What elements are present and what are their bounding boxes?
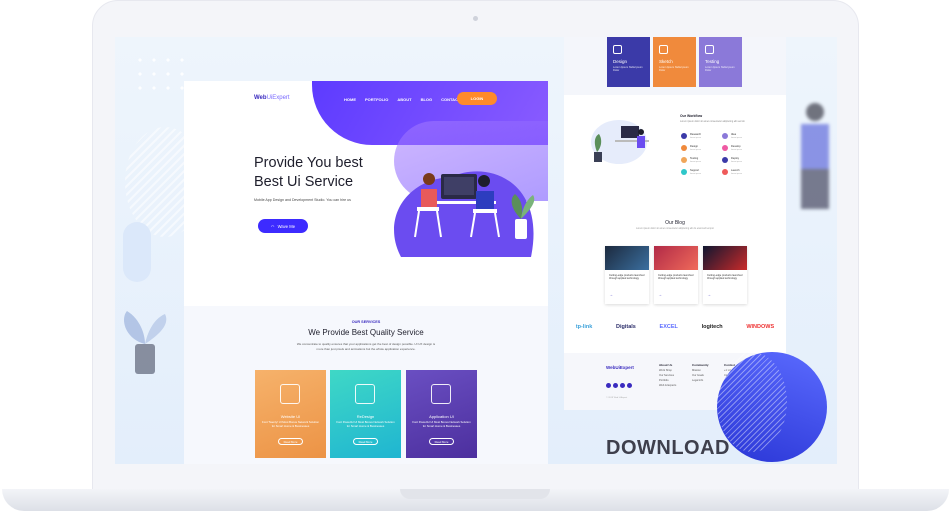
pen-icon (613, 45, 622, 54)
blog-card[interactable]: Cutting-edge products launched through a… (703, 246, 747, 304)
social-icons (606, 383, 632, 388)
sketch-icon (659, 45, 668, 54)
nav-portfolio[interactable]: PORTFOLIO (365, 97, 388, 102)
services-section: OUR SERVICES We Provide Best Quality Ser… (184, 306, 548, 464)
workflow-item: Idea lorem ipsum (722, 133, 762, 142)
services-title: We Provide Best Quality Service (308, 328, 424, 337)
read-more-button[interactable]: Read More (429, 438, 454, 445)
workflow-item: Develop lorem ipsum (722, 145, 762, 154)
wave-me-button[interactable]: ◠ Wave Me (258, 219, 308, 233)
instagram-icon[interactable] (620, 383, 625, 388)
footer-col-about: About Us Work Shop Our Services Portfoli… (659, 363, 677, 387)
decor-circle (717, 352, 827, 462)
brand-logos: tp-link Digitals EXCEL logitech WINDOWS (564, 319, 786, 335)
landing-page: WebUiExpert HOME PORTFOLIO ABOUT BLOG CO… (184, 81, 548, 464)
hand-icon: ◠ (270, 223, 275, 229)
footer-col-community: Community Mission Our Goals Legal info (692, 363, 709, 382)
footer-copyright: © 2019 Web UiExpert (606, 397, 628, 399)
download-heading: DOWNLOAD (606, 437, 730, 459)
brand-logo: EXCEL (659, 324, 678, 330)
arrow-right-icon[interactable]: → (707, 292, 711, 297)
blog-description: Lorem ipsum dolor sit amet consectetur a… (636, 227, 714, 230)
blog-image (654, 246, 698, 270)
service-card-website: Website UI Font Twenty! UI Most Bonus Ne… (255, 370, 326, 458)
read-more-button[interactable]: Read More (278, 438, 303, 445)
brand-logo: logitech (701, 324, 723, 330)
services-tag: OUR SERVICES (351, 320, 381, 324)
monitor-icon (280, 384, 300, 404)
camera-icon (473, 16, 478, 21)
read-more-button[interactable]: Read More (353, 438, 378, 445)
hero-subtitle: Mobile App Design and Development Studio… (254, 198, 351, 202)
workflow-illustration (591, 120, 649, 164)
blog-card[interactable]: Cutting-edge products launched through a… (605, 246, 649, 304)
services-description: We concentrate to quality ensures that y… (296, 342, 436, 351)
workflow-description: Lorem ipsum dolor sit amet consectetur a… (680, 120, 745, 123)
workflow-item: Support lorem ipsum (681, 169, 721, 178)
person-illustration (801, 103, 829, 209)
decor-blob (123, 222, 151, 282)
login-button[interactable]: LOGIN (457, 92, 497, 105)
workflow-item: Research lorem ipsum (681, 133, 721, 142)
arrow-right-icon[interactable]: → (609, 292, 613, 297)
tile-sketch[interactable]: Sketch Lorem Ipsum Nulla Ipsum Dolor (653, 37, 696, 87)
brand-logo: Digitals (616, 324, 636, 330)
blog-title: Our Blog (665, 220, 685, 226)
linkedin-icon[interactable] (627, 383, 632, 388)
nav-about[interactable]: ABOUT (397, 97, 411, 102)
laptop-screen: WebUiExpert HOME PORTFOLIO ABOUT BLOG CO… (115, 37, 837, 464)
hero-illustration (394, 171, 535, 257)
workflow-item: Launch lorem ipsum (722, 169, 762, 178)
workflow-title: Our Workflow (680, 114, 703, 118)
workflow-item: Design lorem ipsum (681, 145, 721, 154)
laptop-mockup: WebUiExpert HOME PORTFOLIO ABOUT BLOG CO… (0, 0, 951, 519)
phone-icon (431, 384, 451, 404)
service-card-application: Application UI Font Powerful UI Most Bon… (406, 370, 477, 458)
tile-design[interactable]: Design Lorem Ipsum Nulla Ipsum Dolor (607, 37, 650, 87)
nav-blog[interactable]: BLOG (421, 97, 433, 102)
workflow-item: Testing lorem ipsum (681, 157, 721, 166)
blog-card[interactable]: Cutting-edge products launched through a… (654, 246, 698, 304)
site-logo[interactable]: WebUiExpert (254, 95, 290, 101)
brand-logo: tp-link (575, 324, 593, 330)
nav-home[interactable]: HOME (344, 97, 356, 102)
workflow-item: Deploy lorem ipsum (722, 157, 762, 166)
brand-logo: WINDOWS (746, 324, 775, 330)
blog-image (703, 246, 747, 270)
service-card-redesign: ReDesign Font Powerful UI Most Bonus Net… (330, 370, 401, 458)
facebook-icon[interactable] (606, 383, 611, 388)
plant-icon (124, 311, 167, 374)
hero-title: Provide You best Best Ui Service (254, 155, 363, 190)
footer-logo[interactable]: WebUiExpert (606, 365, 634, 370)
test-icon (705, 45, 714, 54)
main-nav: HOME PORTFOLIO ABOUT BLOG CONTACT (344, 97, 460, 102)
tile-testing[interactable]: Testing Lorem Ipsum Nulla Ipsum Dolor (699, 37, 742, 87)
design-tool-icon (355, 384, 375, 404)
laptop-notch (400, 489, 550, 499)
arrow-right-icon[interactable]: → (658, 292, 662, 297)
twitter-icon[interactable] (613, 383, 618, 388)
blog-image (605, 246, 649, 270)
